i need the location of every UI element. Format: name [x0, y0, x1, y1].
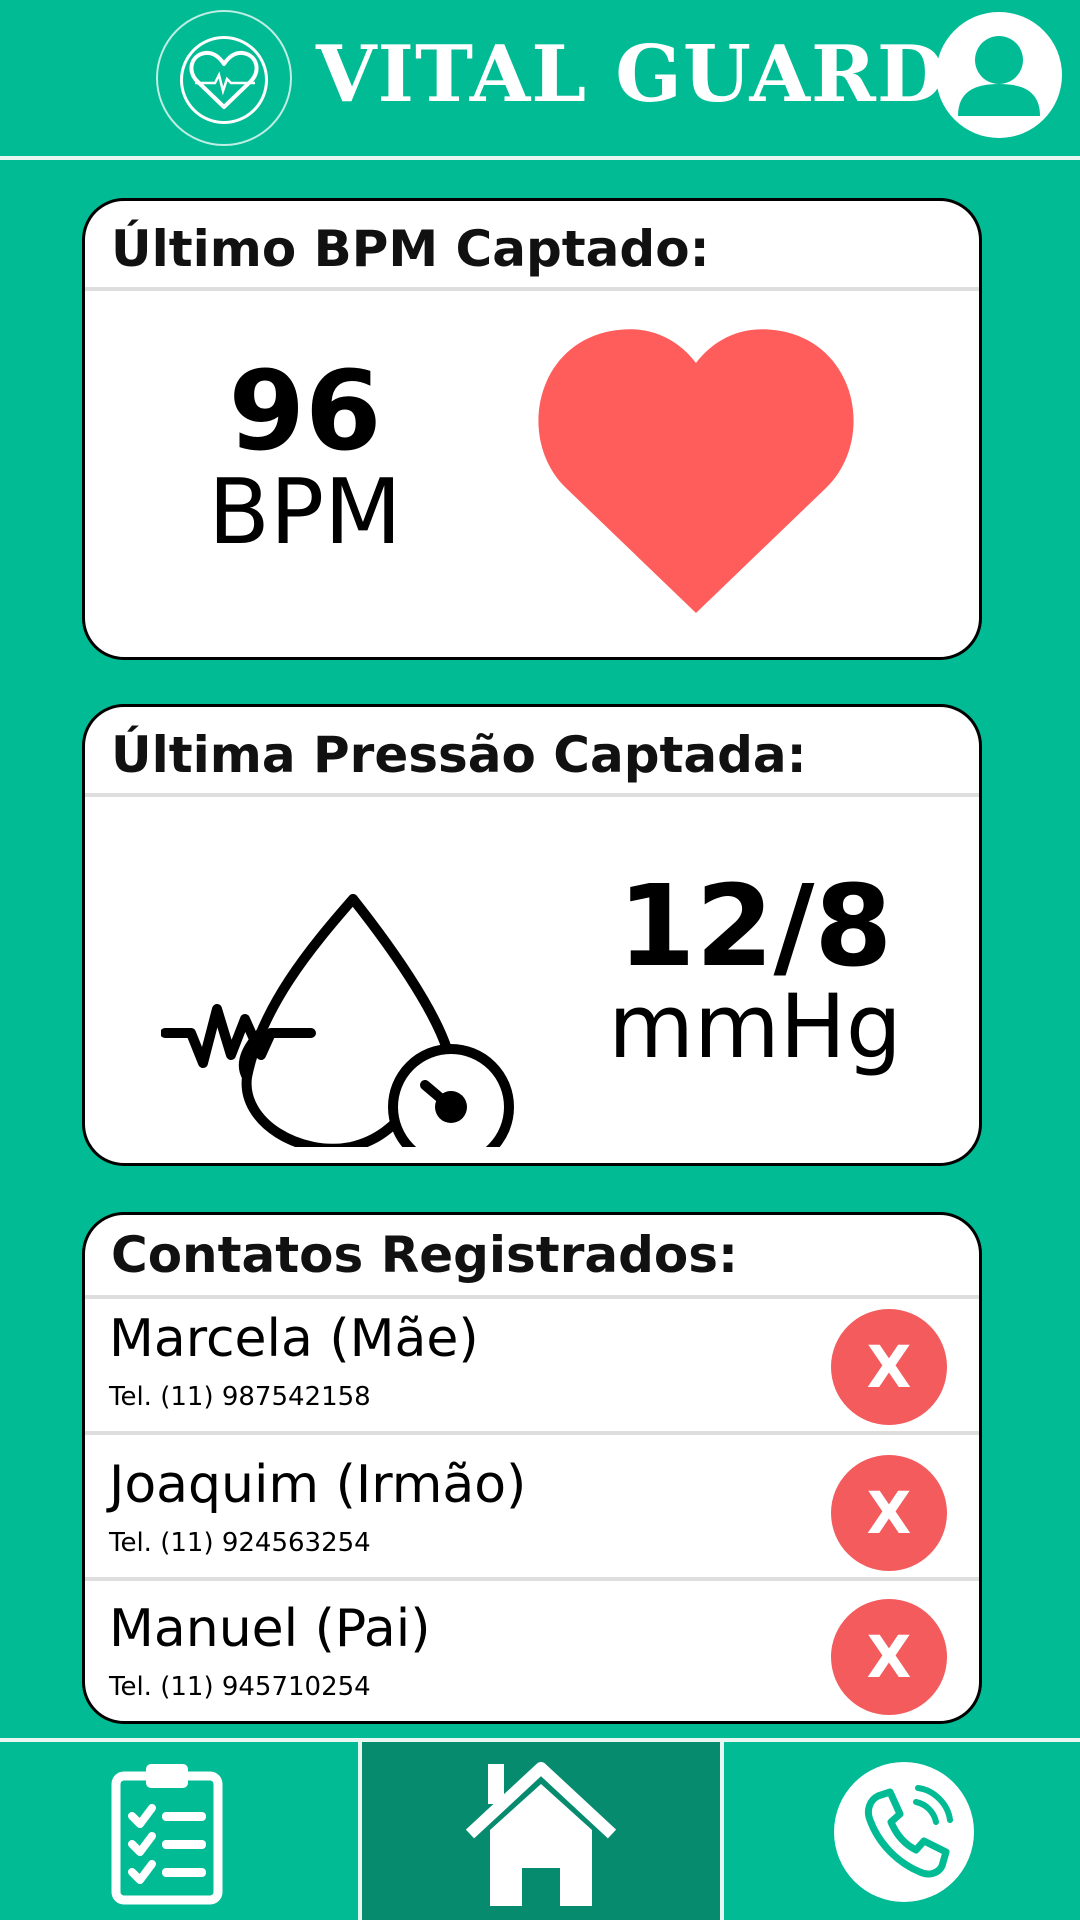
- remove-contact-button[interactable]: X: [831, 1309, 947, 1425]
- contact-phone: Tel. (11) 924563254: [109, 1528, 371, 1558]
- nav-emergency-call-button[interactable]: [724, 1742, 1080, 1920]
- phone-call-icon: [864, 1785, 953, 1878]
- divider: [85, 1577, 979, 1581]
- bottom-nav: [0, 1742, 1080, 1920]
- clipboard-checklist-icon: [111, 1764, 223, 1905]
- call-circle: [834, 1762, 974, 1902]
- contact-item: Marcela (Mãe) Tel. (11) 987542158 X: [85, 1299, 979, 1439]
- divider: [85, 287, 979, 291]
- contact-phone: Tel. (11) 987542158: [109, 1382, 371, 1412]
- heart-pulse-icon: [189, 50, 259, 109]
- home-icon: [466, 1762, 616, 1906]
- contact-name: Joaquim (Irmão): [109, 1455, 527, 1515]
- profile-button[interactable]: [936, 12, 1062, 138]
- contact-name: Marcela (Mãe): [109, 1309, 479, 1369]
- blood-pressure-icon: [161, 894, 514, 1147]
- contact-name: Manuel (Pai): [109, 1599, 431, 1659]
- app-title: VITAL GUARD: [316, 29, 946, 120]
- contact-item: Manuel (Pai) Tel. (11) 945710254 X: [85, 1589, 979, 1721]
- pressure-unit: mmHg: [608, 975, 902, 1078]
- contacts-card-title: Contatos Registrados:: [111, 1226, 739, 1284]
- pressure-card-title: Última Pressão Captada:: [111, 726, 807, 784]
- bpm-unit: BPM: [208, 460, 402, 565]
- heart-icon: [538, 329, 854, 613]
- remove-contact-button[interactable]: X: [831, 1599, 947, 1715]
- nav-home-button[interactable]: [362, 1742, 720, 1920]
- contacts-card: Contatos Registrados: Marcela (Mãe) Tel.…: [82, 1212, 982, 1724]
- bpm-value: 96: [228, 347, 382, 475]
- bpm-card-title: Último BPM Captado:: [111, 220, 710, 278]
- app-header: VITAL GUARD: [0, 0, 1080, 156]
- divider: [85, 793, 979, 797]
- nav-checklist-button[interactable]: [0, 1742, 358, 1920]
- contact-item: Joaquim (Irmão) Tel. (11) 924563254 X: [85, 1445, 979, 1585]
- contact-phone: Tel. (11) 945710254: [109, 1672, 371, 1702]
- bpm-card: Último BPM Captado: 96 BPM: [82, 198, 982, 660]
- divider: [85, 1431, 979, 1435]
- header-divider: [0, 156, 1080, 160]
- user-icon: [958, 36, 1040, 116]
- pressure-card: Última Pressão Captada: 12/8 mmHg: [82, 704, 982, 1166]
- app-logo: [156, 10, 292, 146]
- remove-contact-button[interactable]: X: [831, 1455, 947, 1571]
- pressure-value: 12/8: [617, 862, 893, 992]
